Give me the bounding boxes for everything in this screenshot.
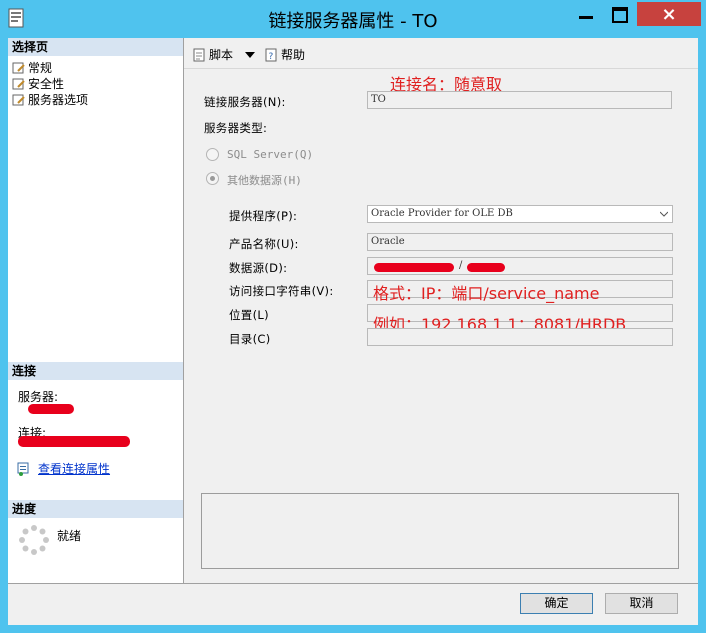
data-source-label: 数据源(D): <box>229 261 288 275</box>
page-wrench-icon <box>12 94 25 106</box>
button-bar: 确定 取消 <box>8 583 698 625</box>
page-wrench-icon <box>12 62 25 74</box>
help-button[interactable]: ? 帮助 <box>264 46 305 63</box>
maximize-button[interactable] <box>604 2 634 26</box>
script-button[interactable]: 脚本 <box>192 46 233 63</box>
other-data-source-radio-label: 其他数据源(H) <box>227 174 302 187</box>
help-icon: ? <box>265 48 277 62</box>
server-type-label: 服务器类型: <box>204 121 268 135</box>
svg-text:?: ? <box>269 52 274 62</box>
chevron-down-icon[interactable] <box>245 52 255 58</box>
minimize-button[interactable] <box>571 2 601 26</box>
chevron-down-icon <box>660 211 668 217</box>
location-label: 位置(L) <box>229 308 269 322</box>
message-area <box>201 493 679 569</box>
linked-server-field[interactable]: TO <box>367 91 672 109</box>
left-pane: 选择页 常规 安全性 服务器选项 连接 服务器: 连接: 查看连接属性 进度 就… <box>8 38 184 583</box>
other-data-source-radio[interactable] <box>206 172 219 185</box>
dialog-window: 链接服务器属性 - TO × 选择页 常规 安全性 服务器选项 连接 服务器: … <box>0 0 706 633</box>
data-source-separator: / <box>459 260 463 271</box>
view-connection-properties-link[interactable]: 查看连接属性 <box>16 460 110 477</box>
page-item-server-options[interactable]: 服务器选项 <box>12 92 88 108</box>
page-item-security[interactable]: 安全性 <box>12 76 64 92</box>
catalog-field[interactable] <box>367 328 673 346</box>
redaction-mark <box>467 263 505 272</box>
provider-select[interactable]: Oracle Provider for OLE DB <box>367 205 673 223</box>
radio-selected-dot <box>210 176 215 181</box>
page-item-general[interactable]: 常规 <box>12 60 52 76</box>
sql-server-radio-label: SQL Server(Q) <box>227 148 314 161</box>
provider-select-value: Oracle Provider for OLE DB <box>371 208 513 219</box>
product-name-label: 产品名称(U): <box>229 237 299 251</box>
cancel-button[interactable]: 取消 <box>605 593 678 614</box>
toolbar: 脚本 ? 帮助 <box>184 38 698 69</box>
server-label: 服务器: <box>18 390 59 404</box>
close-icon: × <box>661 4 677 25</box>
dialog-client: 选择页 常规 安全性 服务器选项 连接 服务器: 连接: 查看连接属性 进度 就… <box>8 38 698 625</box>
catalog-label: 目录(C) <box>229 332 271 346</box>
connection-header: 连接 <box>8 362 183 380</box>
select-page-header: 选择页 <box>8 38 183 56</box>
script-icon <box>193 48 205 62</box>
annotation-format-note: 格式：IP：端口/service_name <box>373 284 600 303</box>
minimize-icon <box>579 16 593 19</box>
progress-status: 就绪 <box>57 529 82 543</box>
title-bar[interactable]: 链接服务器属性 - TO × <box>0 0 706 38</box>
page-wrench-icon <box>12 78 25 90</box>
redaction-mark <box>18 436 130 447</box>
product-name-field[interactable]: Oracle <box>367 233 673 251</box>
ok-button[interactable]: 确定 <box>520 593 593 614</box>
provider-label: 提供程序(P): <box>229 209 298 223</box>
linked-server-label: 链接服务器(N): <box>204 95 286 109</box>
provider-string-label: 访问接口字符串(V): <box>229 284 334 298</box>
sql-server-radio[interactable] <box>206 148 219 161</box>
progress-header: 进度 <box>8 500 183 518</box>
right-pane: 脚本 ? 帮助 连接名：随意取 链接服务器(N): TO 服务器类型: SQL S… <box>184 38 698 583</box>
progress-spinner-icon <box>19 525 49 555</box>
redaction-mark <box>28 404 74 414</box>
close-button[interactable]: × <box>637 2 701 26</box>
connection-properties-icon <box>17 462 29 476</box>
redaction-mark <box>374 263 454 272</box>
maximize-icon <box>612 7 628 23</box>
